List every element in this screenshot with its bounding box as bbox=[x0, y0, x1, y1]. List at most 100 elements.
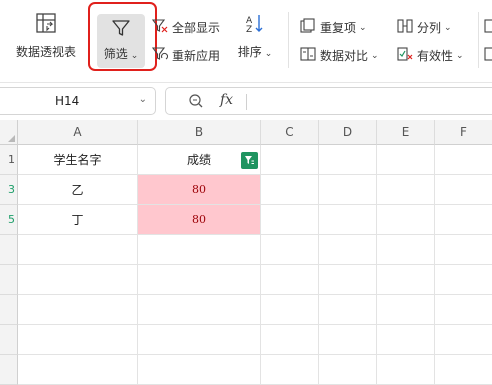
select-all-corner[interactable] bbox=[0, 120, 18, 145]
cell-empty[interactable] bbox=[319, 235, 377, 265]
cell-a[interactable]: 学生名字 bbox=[18, 145, 138, 175]
row-header[interactable] bbox=[0, 325, 18, 355]
cell-a[interactable]: 乙 bbox=[18, 175, 138, 205]
fx-icon[interactable]: fx bbox=[220, 92, 233, 108]
cell-empty[interactable] bbox=[377, 325, 435, 355]
cell-empty[interactable] bbox=[435, 145, 492, 175]
cell-empty[interactable] bbox=[319, 175, 377, 205]
filter-button[interactable]: 筛选 ⌄ bbox=[97, 14, 145, 68]
active-filter-icon[interactable] bbox=[241, 152, 258, 169]
cell-empty[interactable] bbox=[377, 175, 435, 205]
cell-a[interactable] bbox=[18, 355, 138, 385]
toolbar-tool-icon bbox=[484, 19, 492, 33]
column-header-c[interactable]: C bbox=[261, 120, 319, 145]
cell-empty[interactable] bbox=[261, 355, 319, 385]
cell-b[interactable] bbox=[138, 355, 261, 385]
cell-empty[interactable] bbox=[377, 355, 435, 385]
pivot-table-icon bbox=[35, 12, 57, 37]
cell-a[interactable] bbox=[18, 235, 138, 265]
split-columns-icon bbox=[397, 18, 417, 37]
formula-bar: H14 ⌄ fx bbox=[0, 86, 492, 118]
pivot-table-button[interactable]: 数据透视表 bbox=[10, 12, 82, 60]
filter-funnel-icon bbox=[111, 18, 131, 41]
sort-label: 排序 bbox=[237, 45, 262, 59]
formula-divider bbox=[246, 94, 247, 110]
svg-text:Z: Z bbox=[246, 25, 252, 34]
cell-a[interactable] bbox=[18, 325, 138, 355]
name-box[interactable]: H14 ⌄ bbox=[0, 87, 156, 115]
cell-empty[interactable] bbox=[377, 265, 435, 295]
row-header[interactable] bbox=[0, 265, 18, 295]
data-compare-icon bbox=[300, 46, 320, 65]
cell-empty[interactable] bbox=[435, 205, 492, 235]
filter-label: 筛选 bbox=[103, 47, 128, 61]
cell-empty[interactable] bbox=[435, 325, 492, 355]
cell-a[interactable] bbox=[18, 265, 138, 295]
cell-empty[interactable] bbox=[261, 325, 319, 355]
column-header-b[interactable]: B bbox=[138, 120, 261, 145]
cell-empty[interactable] bbox=[435, 355, 492, 385]
cell-empty[interactable] bbox=[319, 325, 377, 355]
formula-input[interactable]: fx bbox=[165, 87, 492, 115]
row-header[interactable]: 3 bbox=[0, 175, 18, 205]
cell-empty[interactable] bbox=[261, 265, 319, 295]
reapply-filter-icon bbox=[151, 46, 172, 65]
cell-b[interactable] bbox=[138, 295, 261, 325]
cell-empty[interactable] bbox=[435, 235, 492, 265]
clear-filter-icon bbox=[151, 18, 172, 37]
cell-empty[interactable] bbox=[435, 175, 492, 205]
overflow-tool-button-2[interactable] bbox=[484, 46, 492, 62]
cell-empty[interactable] bbox=[261, 205, 319, 235]
sort-button[interactable]: A Z 排序 ⌄ bbox=[236, 12, 274, 60]
cell-empty[interactable] bbox=[319, 205, 377, 235]
overflow-tool-button[interactable] bbox=[484, 18, 492, 34]
row-header[interactable] bbox=[0, 355, 18, 385]
column-header-f[interactable]: F bbox=[435, 120, 492, 145]
cell-empty[interactable] bbox=[377, 295, 435, 325]
cell-empty[interactable] bbox=[377, 205, 435, 235]
row-header[interactable]: 5 bbox=[0, 205, 18, 235]
cell-empty[interactable] bbox=[319, 295, 377, 325]
chevron-down-icon: ⌄ bbox=[130, 51, 139, 61]
cell-b[interactable] bbox=[138, 235, 261, 265]
cell-empty[interactable] bbox=[377, 235, 435, 265]
duplicates-button[interactable]: 重复项 ⌄ bbox=[300, 18, 367, 37]
cell-empty[interactable] bbox=[319, 355, 377, 385]
cell-empty[interactable] bbox=[261, 145, 319, 175]
chevron-down-icon: ⌄ bbox=[371, 50, 379, 61]
column-header-d[interactable]: D bbox=[319, 120, 377, 145]
cell-empty[interactable] bbox=[377, 145, 435, 175]
name-box-value: H14 bbox=[55, 94, 80, 108]
data-compare-button[interactable]: 数据对比 ⌄ bbox=[300, 46, 379, 65]
cell-empty[interactable] bbox=[319, 265, 377, 295]
cell-b[interactable]: 80 bbox=[138, 175, 261, 205]
reapply-button[interactable]: 重新应用 bbox=[151, 46, 220, 65]
column-header-e[interactable]: E bbox=[377, 120, 435, 145]
duplicates-icon bbox=[300, 18, 320, 37]
cell-empty[interactable] bbox=[261, 175, 319, 205]
split-columns-button[interactable]: 分列 ⌄ bbox=[397, 18, 452, 37]
row-header[interactable] bbox=[0, 235, 18, 265]
cell-a[interactable]: 丁 bbox=[18, 205, 138, 235]
chevron-down-icon: ⌄ bbox=[456, 50, 464, 61]
chevron-down-icon[interactable]: ⌄ bbox=[139, 94, 147, 105]
cell-empty[interactable] bbox=[435, 295, 492, 325]
cell-b[interactable] bbox=[138, 265, 261, 295]
show-all-label: 全部显示 bbox=[172, 21, 221, 35]
zoom-lookup-icon[interactable] bbox=[188, 93, 204, 113]
chevron-down-icon: ⌄ bbox=[264, 49, 273, 59]
cell-empty[interactable] bbox=[261, 295, 319, 325]
cell-empty[interactable] bbox=[319, 145, 377, 175]
data-compare-label: 数据对比 bbox=[320, 49, 369, 63]
cell-empty[interactable] bbox=[435, 265, 492, 295]
cell-b[interactable] bbox=[138, 325, 261, 355]
duplicates-label: 重复项 bbox=[320, 21, 357, 35]
cell-empty[interactable] bbox=[261, 235, 319, 265]
show-all-button[interactable]: 全部显示 bbox=[151, 18, 221, 37]
validity-button[interactable]: 有效性 ⌄ bbox=[397, 46, 464, 65]
row-header[interactable] bbox=[0, 295, 18, 325]
column-header-a[interactable]: A bbox=[18, 120, 138, 145]
cell-b[interactable]: 80 bbox=[138, 205, 261, 235]
cell-a[interactable] bbox=[18, 295, 138, 325]
row-header[interactable]: 1 bbox=[0, 145, 18, 175]
